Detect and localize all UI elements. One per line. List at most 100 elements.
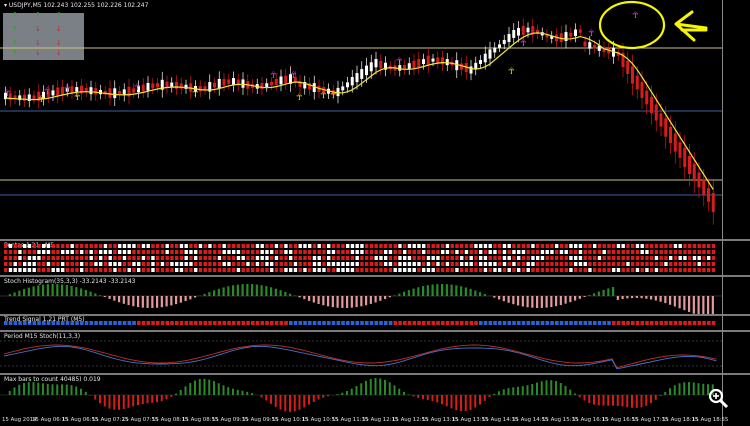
signal-block xyxy=(18,244,22,248)
signal-block xyxy=(327,250,331,254)
signal-block xyxy=(593,268,597,272)
count-bar xyxy=(8,391,11,395)
price-axis[interactable] xyxy=(722,0,750,426)
signal-block xyxy=(51,262,55,266)
trend-dot xyxy=(265,321,269,325)
signal-block xyxy=(203,262,207,266)
signal-block xyxy=(384,250,388,254)
signal-block xyxy=(336,256,340,260)
zoom-magnify-icon[interactable] xyxy=(706,386,730,410)
histogram-bar xyxy=(631,296,634,299)
signal-block xyxy=(431,262,435,266)
signal-block xyxy=(170,262,174,266)
count-bar xyxy=(531,383,534,395)
signal-block xyxy=(42,256,46,260)
signal-block xyxy=(669,244,673,248)
matrix-arrow: ↓ xyxy=(35,25,41,33)
histogram-bar xyxy=(540,296,543,308)
histogram-bar xyxy=(550,296,553,307)
signal-block xyxy=(32,244,36,248)
trend-dot xyxy=(621,321,626,325)
histogram-bar xyxy=(312,296,315,303)
signal-block xyxy=(108,250,112,254)
signal-block xyxy=(227,244,231,248)
count-bar xyxy=(23,382,25,395)
histogram-bar xyxy=(607,288,610,296)
histogram-bar xyxy=(517,296,520,306)
histogram-bar xyxy=(578,296,581,299)
histogram-bar xyxy=(222,287,225,296)
signal-block xyxy=(631,250,635,254)
signal-block xyxy=(350,268,355,272)
trend-dot xyxy=(198,321,203,325)
signal-block xyxy=(498,262,502,266)
signal-block xyxy=(94,250,98,254)
signal-block xyxy=(564,256,568,260)
signal-block xyxy=(56,244,60,248)
candle xyxy=(521,25,525,35)
signal-block xyxy=(61,256,65,260)
price-chart[interactable]: ↑ ↑ ↑↑ ↓ ↓↑ ↓ ↓↑ ↓ ↓☥ ☥ ☥ ☥☥ ☥☥☥☥☥☥ ☥ ☥ ☥ ☥ ☥☥ xyxy=(0,0,722,239)
candle xyxy=(673,133,677,152)
signal-block xyxy=(203,268,207,272)
signal-block xyxy=(222,250,226,254)
signal-stack-pane[interactable]: Pentas 1.21 . M5... xyxy=(0,241,722,275)
signal-block xyxy=(654,244,659,248)
signal-block xyxy=(493,262,497,266)
trend-dot xyxy=(545,321,550,325)
signal-block xyxy=(369,262,374,266)
signal-block xyxy=(588,244,592,248)
signal-block xyxy=(308,262,312,266)
count-bar xyxy=(559,382,562,395)
bars-count-pane[interactable]: Max bars to count 40485) 0.019 xyxy=(0,375,722,416)
signal-block xyxy=(612,262,616,266)
signal-block xyxy=(483,250,488,254)
signal-block xyxy=(659,250,663,254)
signal-block xyxy=(664,256,668,260)
candle xyxy=(583,41,587,47)
signal-stack-chart xyxy=(4,244,716,272)
histogram-bar xyxy=(251,284,254,296)
signal-block xyxy=(213,268,217,272)
count-bar xyxy=(436,395,439,403)
signal-block xyxy=(650,244,654,248)
count-bar xyxy=(61,384,63,395)
signal-block xyxy=(127,262,131,266)
count-bar xyxy=(692,382,695,395)
trend-dot xyxy=(517,321,521,325)
trend-dot xyxy=(384,321,388,325)
signal-block xyxy=(122,268,127,272)
trend-dot xyxy=(284,321,288,325)
signal-block xyxy=(312,262,317,266)
trend-signal-pane[interactable]: Trend Signal 1.21 PRT (M5) xyxy=(0,316,722,330)
histogram-bar xyxy=(450,284,453,296)
price-pane[interactable]: ▾ USDJPY,M5 102.243 102.255 102.226 102.… xyxy=(0,0,722,239)
stoch-lines-chart xyxy=(0,340,722,370)
signal-block xyxy=(422,256,426,260)
signal-block xyxy=(127,250,131,254)
trend-dot xyxy=(222,321,227,325)
count-bar xyxy=(536,382,538,395)
signal-block xyxy=(32,250,36,254)
signal-block xyxy=(265,244,269,248)
signal-block xyxy=(517,250,521,254)
candle xyxy=(94,88,98,95)
count-bar xyxy=(422,395,424,399)
trend-dot xyxy=(298,321,303,325)
signal-block xyxy=(141,250,146,254)
candle xyxy=(75,87,79,92)
signal-block xyxy=(707,268,711,272)
stoch-lines-pane[interactable]: Period M15 Stoch(11,3,3) xyxy=(0,332,722,373)
stoch-histogram-pane[interactable]: Stoch Histogram(35,3,3) -33.2143 -33.214… xyxy=(0,277,722,314)
signal-block xyxy=(279,244,283,248)
trend-dot xyxy=(521,321,526,325)
signal-block xyxy=(355,268,359,272)
signal-block xyxy=(70,262,74,266)
count-bar xyxy=(483,395,486,401)
trend-dot xyxy=(564,321,569,325)
trend-dot xyxy=(203,321,208,325)
trend-dot xyxy=(170,321,174,325)
trend-dot xyxy=(146,321,151,325)
signal-block xyxy=(578,256,583,260)
signal-block xyxy=(227,256,231,260)
